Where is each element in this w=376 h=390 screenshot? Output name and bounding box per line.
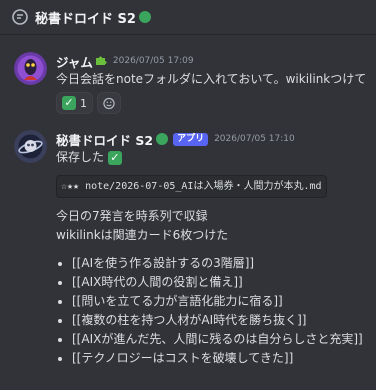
thread-icon xyxy=(12,9,28,25)
check-mark-icon: ✓ xyxy=(62,96,76,110)
channel-title: 秘書ドロイド S2 xyxy=(35,11,136,27)
green-circle-icon xyxy=(156,133,169,145)
author-name[interactable]: 秘書ドロイド S2 xyxy=(56,130,153,149)
status-green-dot xyxy=(138,11,151,23)
timestamp: 2026/07/05 17:10 xyxy=(214,134,295,144)
app-badge: アプリ xyxy=(173,132,209,146)
list-item: [[複数の柱を持つ人材がAI時代を勝ち抜く]] xyxy=(72,311,370,330)
check-mark-icon: ✓ xyxy=(107,151,122,165)
wikilink-list: [[AIを使う作る設計するの3階層]] [[AIX時代の人間の役割と備え]] [… xyxy=(56,254,370,368)
list-item: [[AIXが進んだ先、人間に残るのは自分らしさと充実]] xyxy=(72,330,370,349)
file-path-code: ☆★★ note/2026-07-05_AIは入場券・人間力が本丸.md xyxy=(56,175,327,198)
puzzle-piece-icon xyxy=(95,54,107,69)
list-item: [[AIを使う作る設計するの3階層]] xyxy=(72,254,370,273)
avatar-jam[interactable] xyxy=(14,52,47,85)
add-reaction-button[interactable] xyxy=(97,92,121,114)
author-name[interactable]: ジャム xyxy=(56,52,93,71)
list-item: [[AIX時代の人間の役割と備え]] xyxy=(72,273,370,292)
smiley-add-icon xyxy=(103,97,115,109)
message-text: 今日会話をnoteフォルダに入れておいて。wikilinkつけて xyxy=(56,72,367,86)
reaction-count: 1 xyxy=(80,96,87,110)
channel-header: 秘書ドロイド S2 xyxy=(0,0,376,35)
reaction-check[interactable]: ✓ 1 xyxy=(56,92,93,114)
list-item: [[テクノロジーはコストを破壊してきた]] xyxy=(72,349,370,368)
summary-line-1: 今日の7発言を時系列で収録 xyxy=(56,209,208,223)
message-text: 保存した xyxy=(56,150,105,164)
message-jam: ジャム 2026/07/05 17:09 今日会話をnoteフォルダに入れておい… xyxy=(14,52,370,114)
list-item: [[問いを立てる力が言語化能力に宿る]] xyxy=(72,292,370,311)
summary-line-2: wikilinkは関連カード6枚つけた xyxy=(56,228,229,242)
avatar-bot[interactable] xyxy=(14,130,47,163)
timestamp: 2026/07/05 17:09 xyxy=(112,56,194,66)
message-bot: 秘書ドロイド S2 アプリ 2026/07/05 17:10 保存した ✓ ☆★… xyxy=(14,130,370,368)
